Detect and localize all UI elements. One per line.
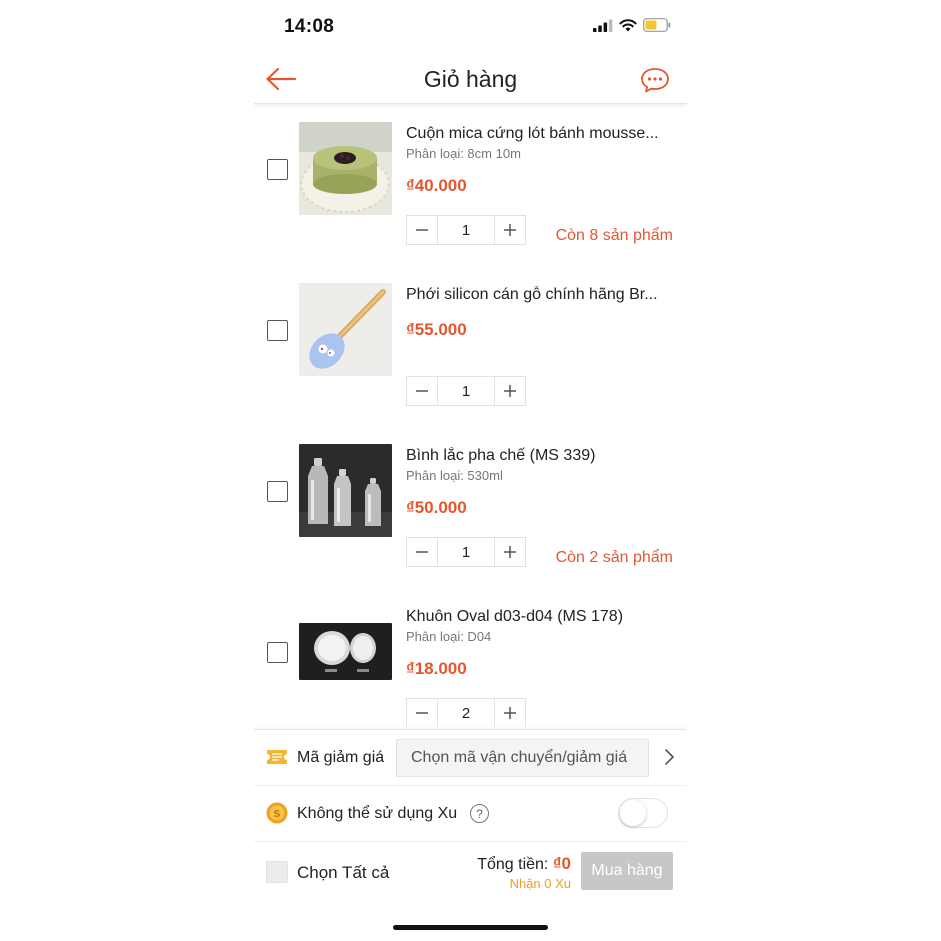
cart-item: Khuôn Oval d03-d04 (MS 178) Phân loại: D… (254, 588, 687, 727)
item-checkbox[interactable] (267, 320, 288, 341)
coin-label: Không thể sử dụng Xu (297, 805, 458, 822)
decrease-button[interactable] (407, 377, 437, 405)
total-price: Tổng tiền: ₫0 (477, 854, 571, 874)
product-thumbnail-mousse-cake[interactable] (299, 122, 392, 215)
product-price: ₫55.000 (406, 320, 467, 339)
decrease-button[interactable] (407, 216, 437, 244)
nav-header: Giỏ hàng (254, 52, 687, 104)
quantity-stepper: 1 (406, 376, 526, 406)
chevron-right-icon[interactable] (663, 748, 675, 766)
select-all-checkbox[interactable] (266, 861, 288, 883)
voucher-ticket-icon (267, 750, 287, 764)
xu-earned: Nhận 0 Xu (509, 876, 571, 891)
minus-icon (416, 551, 428, 553)
coin-toggle[interactable] (618, 798, 668, 828)
increase-button[interactable] (495, 216, 525, 244)
quantity-value[interactable]: 1 (437, 216, 495, 244)
product-thumbnail-cocktail-shakers[interactable] (299, 444, 392, 537)
quantity-value[interactable]: 1 (437, 538, 495, 566)
quantity-stepper: 2 (406, 698, 526, 727)
checkout-row: Chọn Tất cả Tổng tiền: ₫0 Nhận 0 Xu Mua … (254, 842, 687, 902)
product-thumbnail-silicone-spatula[interactable] (299, 283, 392, 376)
status-icons (593, 18, 671, 32)
battery-icon (643, 18, 671, 32)
total-value: ₫0 (552, 854, 571, 873)
cart-screen: 14:08 Giỏ hàng Cuộn mica cứng lót bánh m… (254, 0, 687, 941)
wifi-icon (619, 18, 637, 31)
product-name[interactable]: Khuôn Oval d03-d04 (MS 178) (406, 608, 676, 626)
quantity-value[interactable]: 1 (437, 377, 495, 405)
coin-icon: S (266, 802, 288, 824)
coin-row: S Không thể sử dụng Xu ? (254, 786, 687, 842)
home-indicator[interactable] (393, 925, 548, 930)
status-time: 14:08 (284, 16, 335, 37)
increase-button[interactable] (495, 377, 525, 405)
product-variant[interactable]: Phân loại: 8cm 10m (406, 146, 521, 161)
page-title: Giỏ hàng (423, 66, 518, 92)
voucher-label: Mã giảm giá (297, 749, 385, 766)
product-name[interactable]: Phới silicon cán gỗ chính hãng Br... (406, 286, 676, 304)
svg-text:S: S (273, 809, 280, 820)
cart-list[interactable]: Cuộn mica cứng lót bánh mousse... Phân l… (254, 105, 687, 727)
item-checkbox[interactable] (267, 642, 288, 663)
increase-button[interactable] (495, 699, 525, 727)
minus-icon (416, 712, 428, 714)
voucher-row[interactable]: Mã giảm giá Chọn mã vận chuyển/giảm giá (254, 730, 687, 786)
item-checkbox[interactable] (267, 159, 288, 180)
cart-item: Phới silicon cán gỗ chính hãng Br... ₫55… (254, 266, 687, 427)
plus-icon (504, 385, 516, 397)
quantity-stepper: 1 (406, 215, 526, 245)
buy-button[interactable]: Mua hàng (581, 852, 673, 890)
product-name[interactable]: Cuộn mica cứng lót bánh mousse... (406, 125, 676, 143)
item-checkbox[interactable] (267, 481, 288, 502)
plus-icon (504, 546, 516, 558)
decrease-button[interactable] (407, 538, 437, 566)
quantity-stepper: 1 (406, 537, 526, 567)
product-thumbnail-oval-molds[interactable] (299, 623, 392, 680)
help-icon[interactable]: ? (470, 804, 489, 823)
product-variant[interactable]: Phân loại: 530ml (406, 468, 503, 483)
signal-icon (593, 19, 613, 32)
decrease-button[interactable] (407, 699, 437, 727)
total-label: Tổng tiền: (477, 856, 549, 873)
increase-button[interactable] (495, 538, 525, 566)
toggle-knob (620, 800, 646, 826)
plus-icon (504, 224, 516, 236)
quantity-value[interactable]: 2 (437, 699, 495, 727)
chat-icon[interactable] (639, 66, 671, 94)
product-price: ₫18.000 (406, 659, 467, 678)
select-all-label[interactable]: Chọn Tất cả (297, 863, 389, 883)
product-variant[interactable]: Phân loại: D04 (406, 629, 491, 644)
cart-item: Bình lắc pha chế (MS 339) Phân loại: 530… (254, 427, 687, 588)
minus-icon (416, 390, 428, 392)
product-price: ₫40.000 (406, 176, 467, 195)
checkout-panel: Mã giảm giá Chọn mã vận chuyển/giảm giá … (254, 729, 687, 941)
plus-icon (504, 707, 516, 719)
product-name[interactable]: Bình lắc pha chế (MS 339) (406, 447, 676, 465)
status-bar: 14:08 (254, 0, 687, 50)
stock-note: Còn 8 sản phẩm (555, 227, 673, 244)
voucher-select[interactable]: Chọn mã vận chuyển/giảm giá (396, 739, 649, 777)
product-price: ₫50.000 (406, 498, 467, 517)
cart-item: Cuộn mica cứng lót bánh mousse... Phân l… (254, 105, 687, 266)
minus-icon (416, 229, 428, 231)
stock-note: Còn 2 sản phẩm (555, 549, 673, 566)
